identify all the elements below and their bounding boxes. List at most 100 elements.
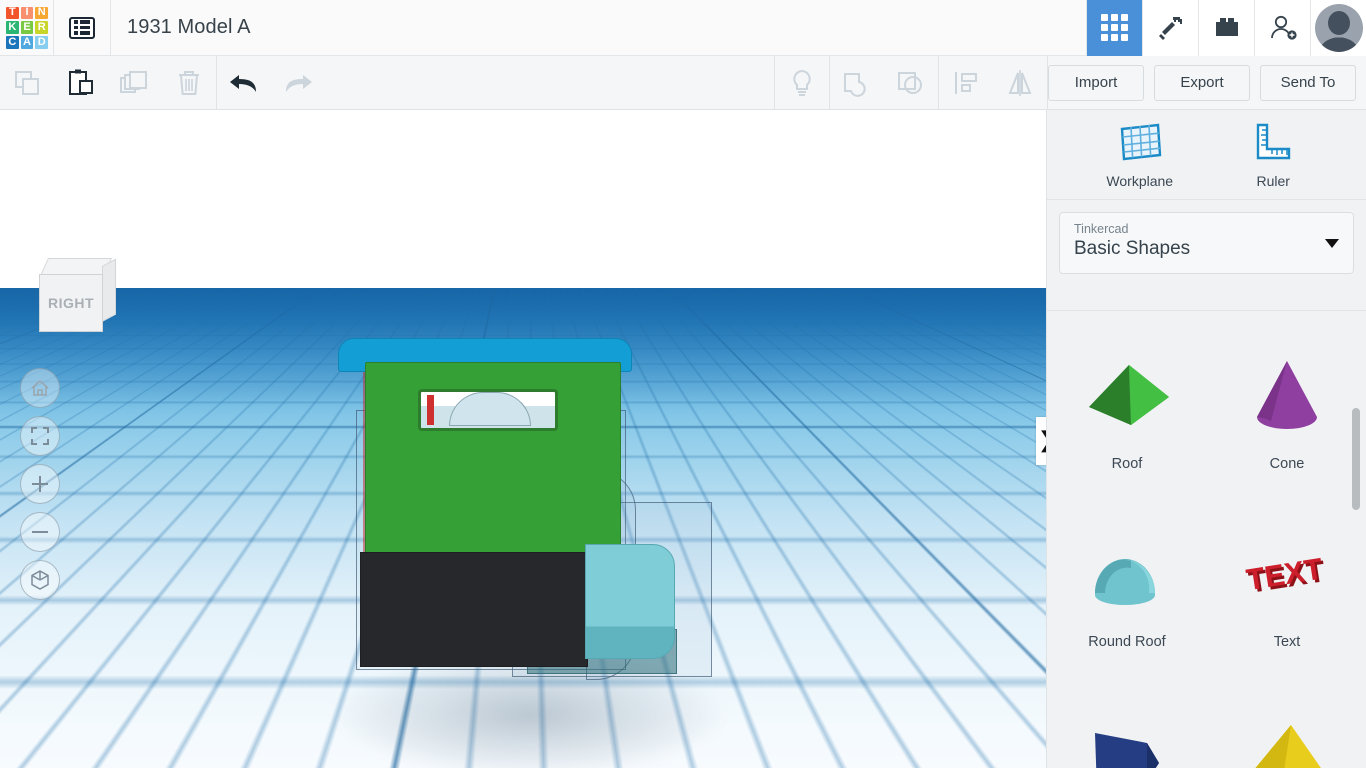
undo-button[interactable] (217, 56, 271, 110)
view-cube-side-face[interactable] (102, 259, 116, 322)
window-dome (449, 392, 531, 426)
align-button[interactable] (939, 56, 993, 110)
redo-arrow-icon (280, 69, 316, 97)
home-icon (30, 378, 50, 398)
send-to-button[interactable]: Send To (1260, 65, 1356, 101)
chevron-down-icon (1325, 239, 1339, 248)
workplane-grid-icon (1117, 121, 1163, 165)
paste-button[interactable] (54, 56, 108, 110)
add-person-icon (1268, 14, 1298, 42)
panel-tools: Workplane Ruler (1047, 110, 1366, 200)
avatar (1315, 4, 1363, 52)
duplicate-icon (119, 68, 151, 98)
shape-list[interactable]: Roof Cone (1047, 310, 1366, 768)
library-selector-wrap: Tinkercad Basic Shapes (1047, 200, 1366, 284)
redo-button[interactable] (271, 56, 325, 110)
shape-round-roof[interactable]: Round Roof (1047, 495, 1207, 673)
tinkercad-app: T I N K E R C A D 1931 Model A (0, 0, 1366, 768)
plus-icon (29, 473, 51, 495)
shape-cone[interactable]: Cone (1207, 317, 1366, 495)
align-icon (951, 68, 981, 98)
group-shapes-icon (841, 68, 873, 98)
svg-text:TEXT: TEXT (1244, 553, 1325, 598)
divider (110, 0, 111, 56)
workplane-tool[interactable]: Workplane (1085, 121, 1195, 189)
project-menu-button[interactable] (54, 0, 110, 56)
text-3d-icon: TEXT TEXT (1237, 518, 1337, 628)
lego-brick-icon (1212, 16, 1242, 40)
view-nav-controls (20, 368, 60, 600)
model-fender[interactable] (585, 544, 675, 659)
library-name: Basic Shapes (1074, 238, 1339, 260)
logo-tile: K (6, 21, 19, 34)
ruler-tool[interactable]: Ruler (1218, 121, 1328, 189)
workplane-tool-label: Workplane (1106, 173, 1173, 189)
ungroup-shapes-icon (895, 68, 927, 98)
shape-roof[interactable]: Roof (1047, 317, 1207, 495)
minus-icon (29, 521, 51, 543)
logo-tile: R (35, 21, 48, 34)
home-view-button[interactable] (20, 368, 60, 408)
shape-label: Roof (1112, 456, 1143, 472)
trash-icon (174, 68, 204, 98)
view-cube-front-face[interactable]: RIGHT (39, 274, 103, 332)
mirror-icon (1004, 68, 1036, 98)
logo-tile: D (35, 36, 48, 49)
file-actions: Import Export Send To (1048, 65, 1366, 101)
logo-tile: I (21, 7, 34, 20)
model-chassis[interactable] (360, 552, 588, 667)
fit-frame-icon (30, 426, 50, 446)
3d-viewport[interactable]: RIGHT (0, 110, 1046, 768)
undo-arrow-icon (226, 69, 262, 97)
grid-apps-button[interactable] (1086, 0, 1142, 56)
shape-text[interactable]: TEXT TEXT Text (1207, 495, 1366, 673)
roof-pyramid-icon (1077, 340, 1177, 450)
copy-icon (12, 68, 42, 98)
mirror-button[interactable] (993, 56, 1047, 110)
shape-library-dropdown[interactable]: Tinkercad Basic Shapes (1059, 212, 1354, 274)
blue-wedge-icon (1077, 704, 1177, 768)
ruler-icon (1250, 121, 1296, 165)
ungroup-button[interactable] (884, 56, 938, 110)
hint-button[interactable] (775, 56, 829, 110)
pickaxe-icon (1156, 13, 1186, 43)
minecraft-button[interactable] (1142, 0, 1198, 56)
zoom-out-button[interactable] (20, 512, 60, 552)
logo-tile: C (6, 36, 19, 49)
model-rear-window[interactable] (418, 389, 558, 431)
shapes-panel: Workplane Ruler Tinkercad Basic Shapes (1046, 110, 1366, 768)
account-button[interactable] (1310, 0, 1366, 56)
shape-label: Cone (1270, 456, 1305, 472)
logo-tile: E (21, 21, 34, 34)
zoom-in-button[interactable] (20, 464, 60, 504)
paste-icon (66, 68, 96, 98)
invite-button[interactable] (1254, 0, 1310, 56)
perspective-toggle-button[interactable] (20, 560, 60, 600)
model-1931-model-a[interactable] (0, 110, 1046, 768)
group-button[interactable] (830, 56, 884, 110)
shape-pyramid[interactable] (1207, 673, 1366, 768)
round-roof-icon (1077, 518, 1177, 628)
page-title[interactable]: 1931 Model A (127, 16, 251, 39)
copy-button[interactable] (0, 56, 54, 110)
import-button[interactable]: Import (1048, 65, 1144, 101)
delete-button[interactable] (162, 56, 216, 110)
shape-label: Text (1274, 634, 1301, 650)
list-menu-icon (69, 17, 95, 39)
shape-wedge[interactable] (1047, 673, 1207, 768)
window-red-accent (427, 395, 434, 425)
logo-tile: T (6, 7, 19, 20)
export-button[interactable]: Export (1154, 65, 1250, 101)
tinkercad-logo[interactable]: T I N K E R C A D (1, 2, 53, 54)
duplicate-button[interactable] (108, 56, 162, 110)
view-cube[interactable]: RIGHT (36, 258, 114, 340)
logo-tile: N (35, 7, 48, 20)
edit-toolbar: Import Export Send To (0, 56, 1366, 110)
blocks-button[interactable] (1198, 0, 1254, 56)
panel-scrollbar[interactable] (1352, 408, 1360, 510)
logo-tile: A (21, 36, 34, 49)
ruler-tool-label: Ruler (1257, 173, 1290, 189)
top-bar-actions (1086, 0, 1366, 56)
yellow-pyramid-icon (1237, 704, 1337, 768)
fit-to-view-button[interactable] (20, 416, 60, 456)
